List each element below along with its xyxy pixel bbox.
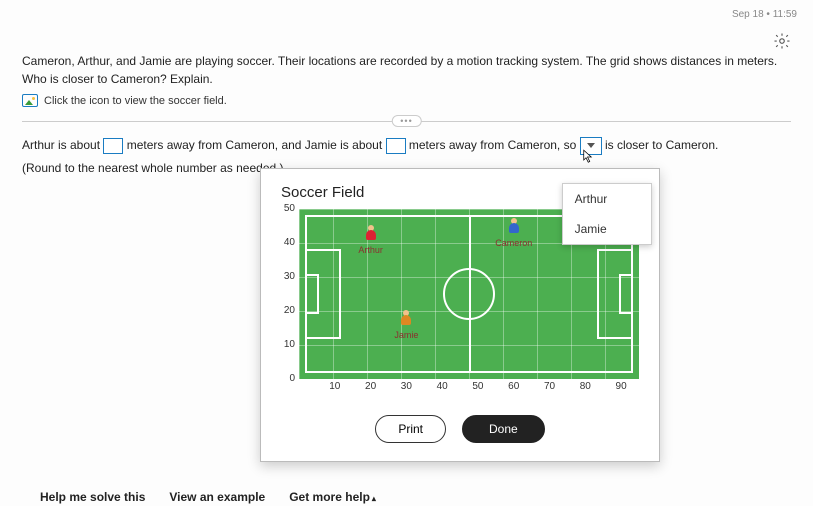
rounding-note: (Round to the nearest whole number as ne… [22, 161, 284, 175]
answer-text-3: meters away from Cameron, so [409, 138, 576, 152]
help-link[interactable]: Help me solve this [40, 490, 145, 504]
dropdown-option-jamie[interactable]: Jamie [563, 214, 651, 244]
player-marker [364, 225, 378, 243]
answer-text-1: Arthur is about [22, 138, 100, 152]
x-tick: 40 [437, 381, 448, 392]
player-label: Cameron [495, 238, 532, 248]
player-label: Arthur [358, 245, 383, 255]
jamie-distance-input[interactable] [386, 138, 406, 154]
x-tick: 90 [616, 381, 627, 392]
y-tick: 40 [284, 237, 295, 248]
question-text: Cameron, Arthur, and Jamie are playing s… [22, 52, 791, 88]
y-tick: 0 [289, 373, 295, 384]
done-button[interactable]: Done [462, 415, 545, 443]
x-tick: 30 [401, 381, 412, 392]
x-tick: 20 [365, 381, 376, 392]
x-tick: 10 [329, 381, 340, 392]
answer-text-2: meters away from Cameron, and Jamie is a… [127, 138, 382, 152]
example-link[interactable]: View an example [169, 490, 265, 504]
x-tick: 70 [544, 381, 555, 392]
gear-icon[interactable] [773, 32, 791, 53]
x-tick: 50 [472, 381, 483, 392]
ellipsis-icon: ••• [391, 115, 421, 127]
closer-player-dropdown[interactable] [580, 137, 602, 155]
arthur-distance-input[interactable] [103, 138, 123, 154]
y-tick: 30 [284, 271, 295, 282]
player-label: Jamie [394, 330, 418, 340]
modal-title: Soccer Field [281, 184, 364, 201]
view-field-link[interactable]: Click the icon to view the soccer field. [44, 95, 227, 107]
dropdown-menu: Arthur Jamie [562, 183, 652, 245]
x-tick: 60 [508, 381, 519, 392]
player-marker [399, 310, 413, 328]
y-tick: 20 [284, 305, 295, 316]
y-tick: 10 [284, 339, 295, 350]
print-button[interactable]: Print [375, 415, 446, 443]
x-tick: 80 [580, 381, 591, 392]
section-divider: ••• [22, 121, 791, 122]
player-marker [507, 218, 521, 236]
picture-icon[interactable] [22, 94, 38, 107]
y-tick: 50 [284, 203, 295, 214]
more-help-link[interactable]: Get more help▴ [289, 490, 376, 504]
timestamp: Sep 18 • 11:59 [732, 9, 797, 20]
answer-text-4: is closer to Cameron. [605, 138, 718, 152]
dropdown-option-arthur[interactable]: Arthur [563, 184, 651, 214]
